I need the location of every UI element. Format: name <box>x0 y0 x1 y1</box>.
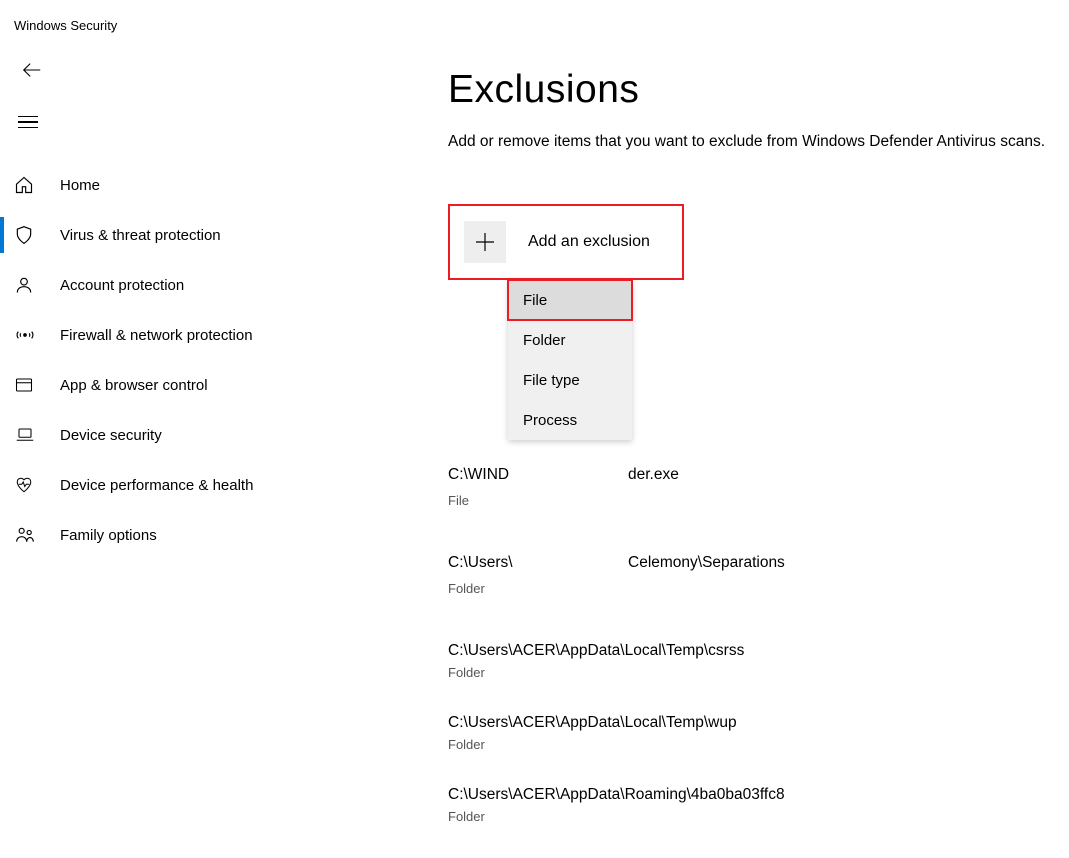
sidebar: Home Virus & threat protection Account p… <box>0 160 320 560</box>
exclusion-item[interactable]: C:\Users\ACER\AppData\Local\Temp\wup Fol… <box>448 714 1061 752</box>
back-arrow-icon <box>21 59 43 86</box>
exclusion-type: Folder <box>448 809 1061 824</box>
sidebar-item-home[interactable]: Home <box>0 160 320 210</box>
shield-icon <box>14 224 44 246</box>
sidebar-item-family[interactable]: Family options <box>0 510 320 560</box>
page-title: Exclusions <box>448 68 1061 112</box>
sidebar-item-device-performance[interactable]: Device performance & health <box>0 460 320 510</box>
plus-icon <box>464 221 506 263</box>
exclusion-type: File <box>448 493 469 508</box>
sidebar-item-label: App & browser control <box>60 377 208 394</box>
menu-toggle-button[interactable] <box>18 108 46 136</box>
exclusion-item[interactable]: C:\Users\ Celemony\Separations Folder <box>448 554 1061 598</box>
exclusion-path-left: C:\Users\ <box>448 554 513 572</box>
sidebar-item-label: Home <box>60 177 100 194</box>
page-description: Add or remove items that you want to exc… <box>448 130 1048 154</box>
back-button[interactable] <box>18 58 46 86</box>
exclusion-item[interactable]: C:\WIND der.exe File <box>448 466 1061 510</box>
sidebar-item-virus-threat[interactable]: Virus & threat protection <box>0 210 320 260</box>
exclusion-type: Folder <box>448 581 485 596</box>
sidebar-item-device-security[interactable]: Device security <box>0 410 320 460</box>
exclusion-path-right: Celemony\Separations <box>628 554 785 572</box>
window-icon <box>14 376 44 394</box>
exclusion-item[interactable]: C:\Users\ACER\AppData\Local\Temp\csrss F… <box>448 642 1061 680</box>
main-content: Exclusions Add or remove items that you … <box>448 68 1061 858</box>
menu-item-folder[interactable]: Folder <box>508 320 632 360</box>
sidebar-item-label: Account protection <box>60 277 184 294</box>
home-icon <box>14 175 44 195</box>
exclusion-item[interactable]: C:\Users\ACER\AppData\Roaming\4ba0ba03ff… <box>448 786 1061 824</box>
sidebar-item-firewall[interactable]: Firewall & network protection <box>0 310 320 360</box>
exclusion-path: C:\Users\ACER\AppData\Local\Temp\csrss <box>448 642 1061 660</box>
menu-item-filetype[interactable]: File type <box>508 360 632 400</box>
hamburger-icon <box>18 116 38 117</box>
sidebar-item-label: Firewall & network protection <box>60 327 253 344</box>
person-icon <box>14 275 44 295</box>
exclusion-type: Folder <box>448 737 1061 752</box>
sidebar-item-account[interactable]: Account protection <box>0 260 320 310</box>
sidebar-item-label: Device security <box>60 427 162 444</box>
menu-item-file[interactable]: File <box>508 280 632 320</box>
heart-icon <box>14 476 44 494</box>
signal-icon <box>14 325 44 345</box>
add-exclusion-label: Add an exclusion <box>528 233 650 251</box>
exclusion-type: Folder <box>448 665 1061 680</box>
menu-item-process[interactable]: Process <box>508 400 632 440</box>
app-title: Windows Security <box>14 18 117 33</box>
sidebar-item-label: Virus & threat protection <box>60 227 221 244</box>
exclusion-path-right: der.exe <box>628 466 679 484</box>
sidebar-item-app-browser[interactable]: App & browser control <box>0 360 320 410</box>
exclusion-list: C:\WIND der.exe File C:\Users\ Celemony\… <box>448 466 1061 824</box>
laptop-icon <box>14 426 44 444</box>
sidebar-item-label: Family options <box>60 527 157 544</box>
exclusion-path: C:\Users\ACER\AppData\Roaming\4ba0ba03ff… <box>448 786 1061 804</box>
sidebar-item-label: Device performance & health <box>60 477 253 494</box>
exclusion-path: C:\Users\ACER\AppData\Local\Temp\wup <box>448 714 1061 732</box>
exclusion-type-menu: File Folder File type Process <box>508 280 632 440</box>
add-exclusion-button[interactable]: Add an exclusion <box>448 204 684 280</box>
exclusion-path-left: C:\WIND <box>448 466 509 484</box>
family-icon <box>14 525 44 545</box>
